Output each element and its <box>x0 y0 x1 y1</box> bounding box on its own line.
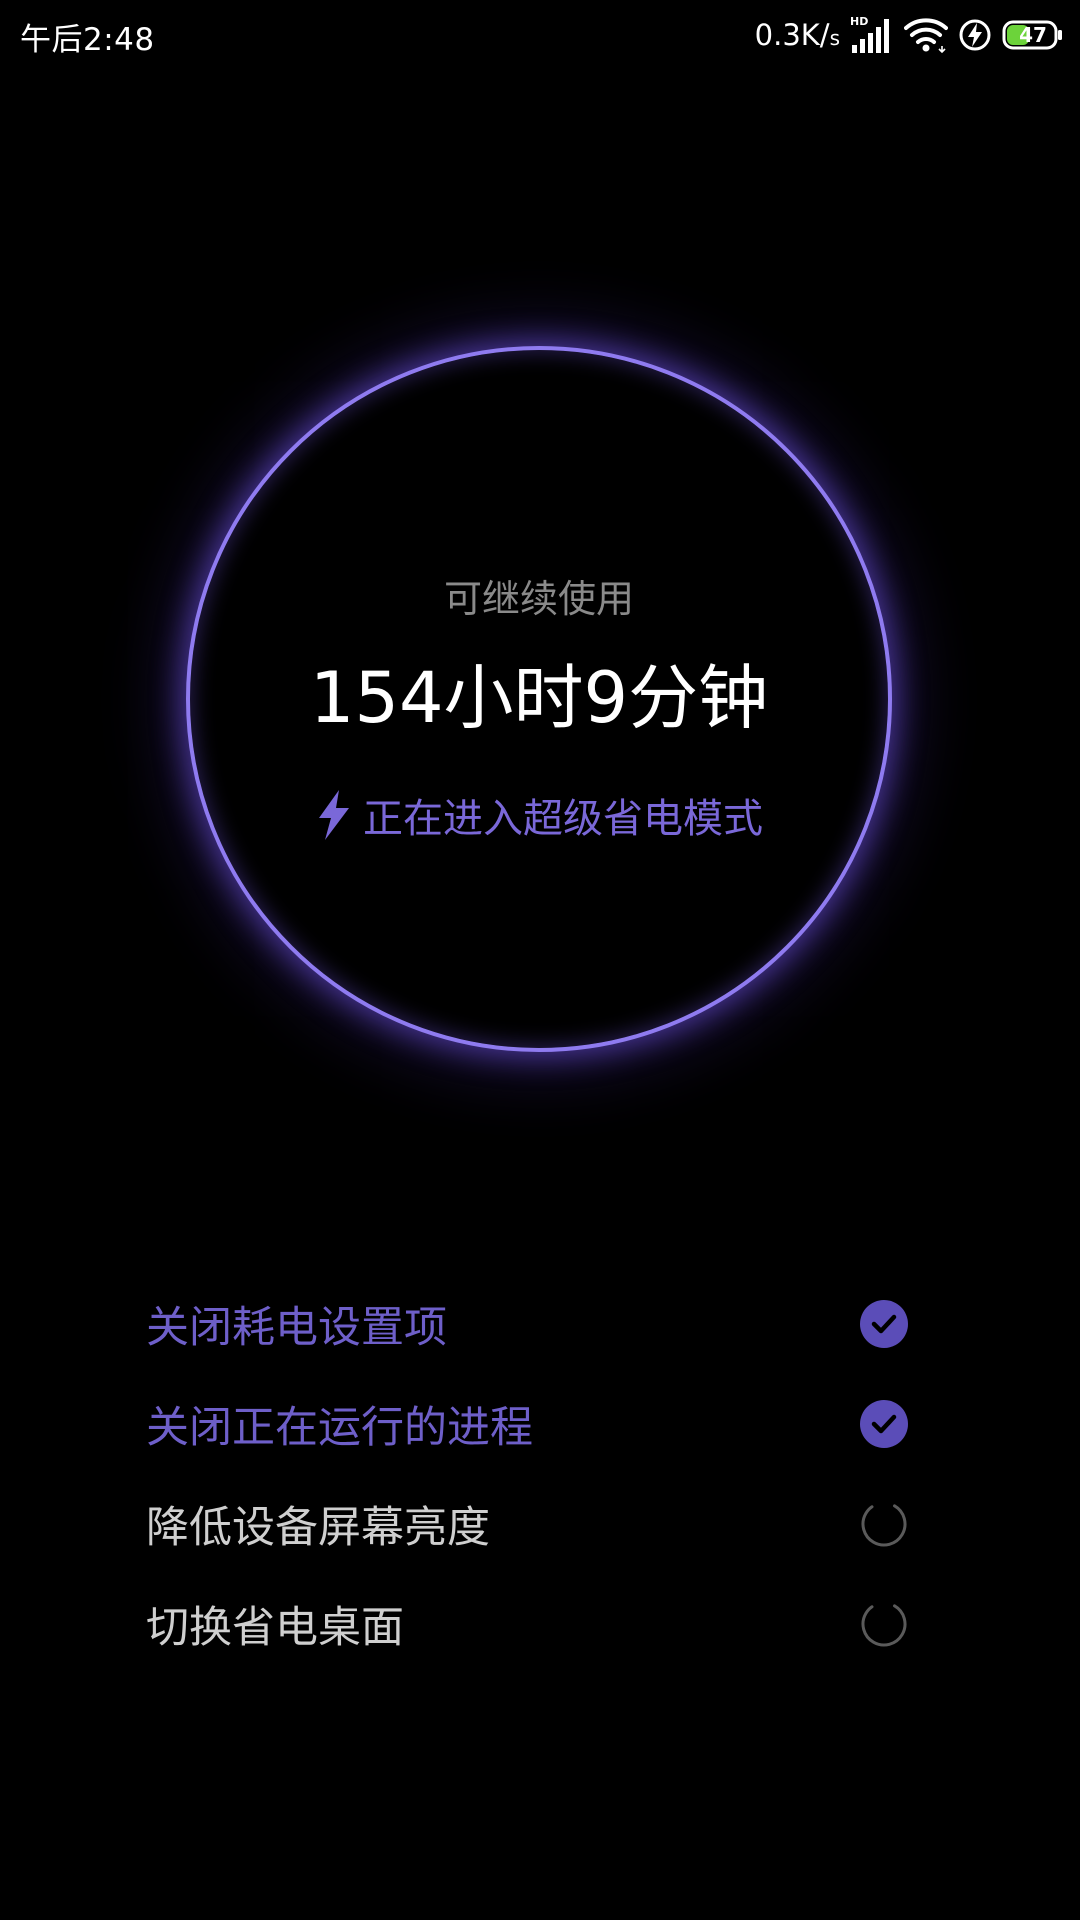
loading-spinner-icon <box>861 1601 907 1647</box>
task-item: 关闭耗电设置项 <box>146 1274 908 1374</box>
signal-badge: HD <box>850 15 868 28</box>
battery-level: 47 <box>1019 23 1047 47</box>
signal-icon: HD <box>850 15 889 53</box>
battery-icon: 47 <box>1002 20 1064 50</box>
network-speed-value: 0.3K/ <box>754 18 830 52</box>
task-label: 降低设备屏幕亮度 <box>146 1503 490 1553</box>
remaining-caption: 可继续使用 <box>443 577 634 621</box>
task-item: 关闭正在运行的进程 <box>146 1374 908 1474</box>
status-icons: 0.3K/s HD 47 <box>755 12 1064 58</box>
network-speed-unit: s <box>829 26 840 50</box>
power-save-status: 正在进入超级省电模式 <box>190 786 888 844</box>
optimization-task-list: 关闭耗电设置项 关闭正在运行的进程 降低设备屏幕亮度 切换省电桌面 <box>146 1274 908 1674</box>
check-icon <box>860 1300 908 1348</box>
charging-icon <box>959 19 991 51</box>
task-item: 降低设备屏幕亮度 <box>146 1474 907 1574</box>
remaining-time: 154小时9分钟 <box>309 657 769 739</box>
task-label: 关闭耗电设置项 <box>146 1303 447 1353</box>
status-bar: 午后2:48 0.3K/s HD 47 <box>0 0 1080 70</box>
battery-life-ring: 可继续使用 154小时9分钟 正在进入超级省电模式 <box>186 346 892 1052</box>
task-item: 切换省电桌面 <box>146 1574 907 1674</box>
status-time: 午后2:48 <box>20 22 155 58</box>
network-speed: 0.3K/s <box>755 18 840 52</box>
wifi-icon <box>904 18 948 54</box>
task-label: 关闭正在运行的进程 <box>146 1403 533 1453</box>
task-label: 切换省电桌面 <box>146 1603 404 1653</box>
lightning-icon <box>319 790 349 840</box>
power-save-status-text: 正在进入超级省电模式 <box>363 796 763 842</box>
loading-spinner-icon <box>861 1501 907 1547</box>
check-icon <box>860 1400 908 1448</box>
